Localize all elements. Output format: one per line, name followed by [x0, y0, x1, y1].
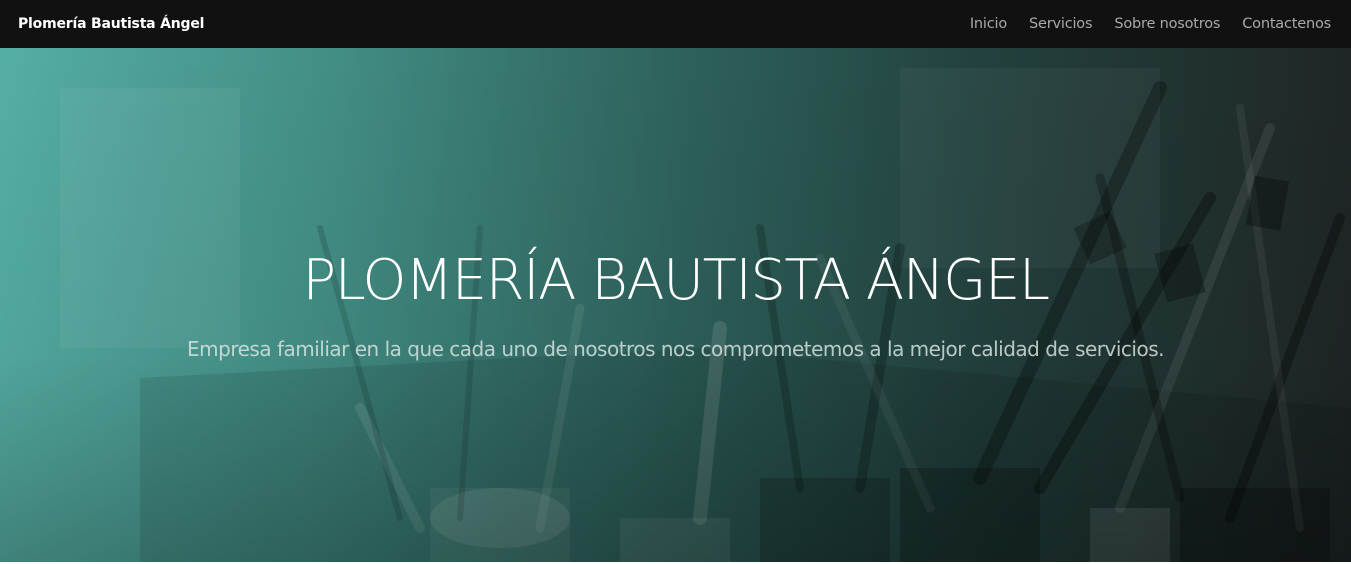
- nav-links: Inicio Servicios Sobre nosotros Contacte…: [970, 16, 1331, 32]
- nav-link-sobre-nosotros[interactable]: Sobre nosotros: [1114, 16, 1220, 32]
- hero-subtitle: Empresa familiar en la que cada uno de n…: [187, 337, 1164, 361]
- nav-link-servicios[interactable]: Servicios: [1029, 16, 1093, 32]
- nav-link-inicio[interactable]: Inicio: [970, 16, 1007, 32]
- top-navbar: Plomería Bautista Ángel Inicio Servicios…: [0, 0, 1351, 48]
- nav-link-contactenos[interactable]: Contactenos: [1242, 16, 1331, 32]
- hero-title: PLOMERÍA BAUTISTA ÁNGEL: [302, 248, 1050, 313]
- hero-section: PLOMERÍA BAUTISTA ÁNGEL Empresa familiar…: [0, 48, 1351, 562]
- brand-link[interactable]: Plomería Bautista Ángel: [18, 16, 204, 32]
